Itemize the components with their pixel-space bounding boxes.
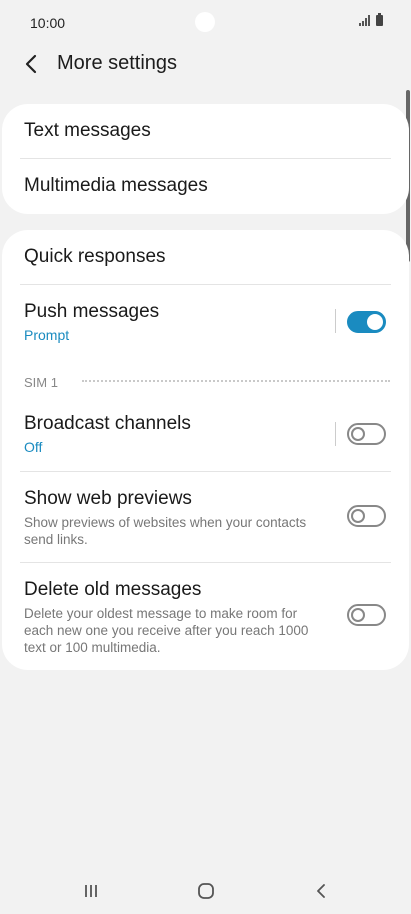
- sim-section-label: SIM 1: [24, 375, 58, 390]
- status-time: 10:00: [30, 15, 66, 31]
- navigation-bar: [0, 868, 411, 914]
- broadcast-channels-item[interactable]: Broadcast channels Off: [2, 400, 409, 470]
- page-title: More settings: [57, 52, 178, 74]
- chevron-left-icon: [25, 54, 37, 74]
- vertical-separator: [335, 309, 336, 333]
- vertical-separator: [335, 422, 336, 446]
- push-messages-toggle[interactable]: [347, 311, 386, 333]
- battery-icon: [376, 13, 383, 26]
- settings-card: Quick responses Push messages Prompt SIM…: [2, 230, 409, 670]
- text-messages-label: Text messages: [24, 120, 151, 141]
- back-button[interactable]: [14, 44, 48, 84]
- show-web-previews-label: Show web previews: [24, 488, 192, 509]
- section-dotted-line: [82, 380, 390, 382]
- recent-apps-icon: [85, 885, 97, 897]
- broadcast-channels-status: Off: [24, 439, 43, 455]
- multimedia-messages-item[interactable]: Multimedia messages: [2, 159, 409, 214]
- messages-card: Text messages Multimedia messages: [2, 104, 409, 214]
- multimedia-messages-label: Multimedia messages: [24, 175, 208, 196]
- show-web-previews-toggle[interactable]: [347, 505, 386, 527]
- text-messages-item[interactable]: Text messages: [2, 104, 409, 159]
- broadcast-channels-label: Broadcast channels: [24, 413, 191, 434]
- home-button[interactable]: [186, 878, 226, 904]
- show-web-previews-description: Show previews of websites when your cont…: [24, 515, 307, 547]
- back-nav-button[interactable]: [301, 878, 341, 904]
- delete-old-messages-description: Delete your oldest message to make room …: [24, 606, 309, 655]
- front-camera: [195, 12, 215, 32]
- status-icons: [359, 13, 383, 26]
- delete-old-messages-toggle[interactable]: [347, 604, 386, 626]
- broadcast-channels-toggle[interactable]: [347, 423, 386, 445]
- recent-apps-button[interactable]: [71, 878, 111, 904]
- quick-responses-label: Quick responses: [24, 246, 166, 267]
- signal-icon: [359, 15, 370, 26]
- back-nav-icon: [317, 884, 325, 898]
- delete-old-messages-label: Delete old messages: [24, 579, 202, 600]
- delete-old-messages-item[interactable]: Delete old messages Delete your oldest m…: [2, 563, 409, 668]
- home-icon: [198, 883, 214, 899]
- quick-responses-item[interactable]: Quick responses: [2, 230, 409, 285]
- show-web-previews-item[interactable]: Show web previews Show previews of websi…: [2, 472, 409, 562]
- header: More settings: [0, 44, 411, 84]
- push-messages-status: Prompt: [24, 327, 70, 343]
- status-bar: 10:00: [0, 0, 411, 44]
- push-messages-item[interactable]: Push messages Prompt: [2, 285, 409, 353]
- push-messages-label: Push messages: [24, 301, 160, 322]
